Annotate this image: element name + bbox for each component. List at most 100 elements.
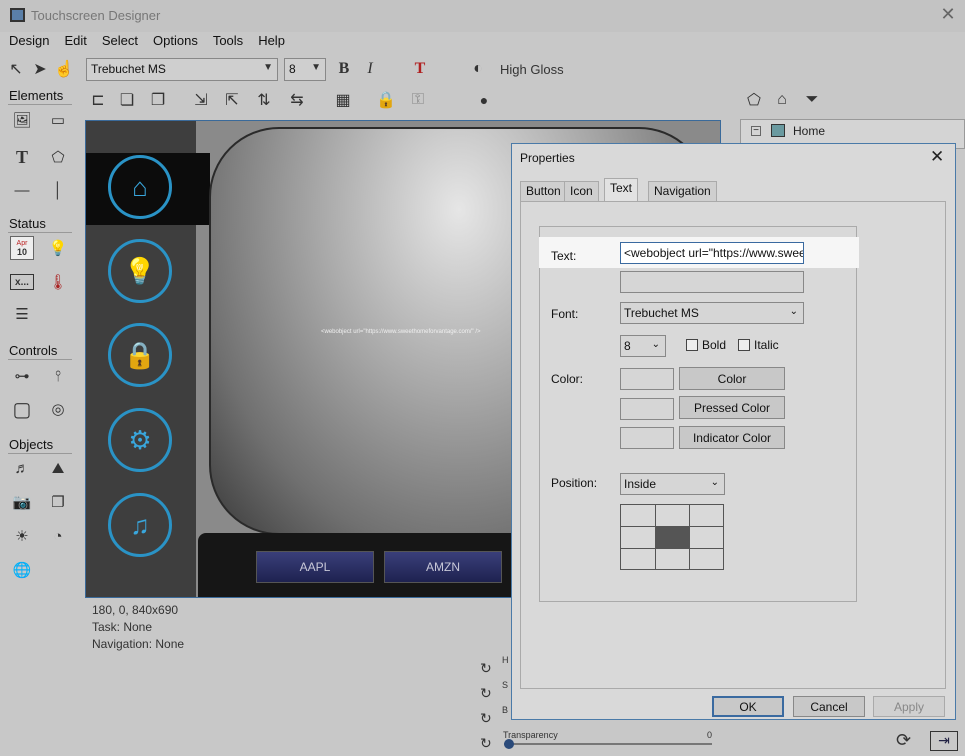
reset-transparency-icon[interactable]: ↻ (480, 735, 492, 752)
horizontal-slider-icon[interactable]: ⊶ (10, 364, 34, 388)
select-tool-icon[interactable]: ➤ (30, 59, 50, 79)
menu-design[interactable]: Design (9, 32, 49, 50)
frame-icon[interactable]: ▭ (46, 108, 70, 132)
app-title: Touchscreen Designer (31, 8, 161, 23)
font-select[interactable]: Trebuchet MS ▼ (86, 58, 278, 81)
button-shape-icon[interactable]: ▢ (10, 397, 34, 421)
tree-collapse-icon[interactable]: − (751, 126, 761, 136)
refresh-icon[interactable]: ⟳ (896, 730, 911, 751)
hand-tool-icon[interactable]: ☝ (54, 59, 74, 79)
menu-select[interactable]: Select (102, 32, 138, 50)
camera-object-icon[interactable]: 📷 (10, 490, 34, 514)
menu-help[interactable]: Help (258, 32, 285, 50)
ungroup-icon[interactable]: ❐ (148, 90, 168, 110)
dialog-close-button[interactable]: ✕ (930, 147, 944, 167)
settings-nav-button[interactable]: ⚙ (108, 408, 172, 472)
tree-item-home[interactable]: Home (793, 124, 825, 138)
filter-page-icon[interactable]: ⏷ (802, 90, 822, 110)
transparency-value: 0 (707, 730, 713, 740)
dial-icon[interactable]: ◎ (46, 397, 70, 421)
ok-button[interactable]: OK (712, 696, 784, 717)
record-icon[interactable]: ● (474, 90, 494, 110)
text-secondary-input[interactable] (620, 271, 804, 293)
transparency-slider[interactable] (504, 743, 712, 745)
web-object-text: <webobject url="https://www.sweethomefor… (321, 329, 481, 335)
transparency-slider-thumb[interactable] (504, 739, 514, 749)
tab-text[interactable]: Text (604, 178, 639, 201)
text-color-button[interactable]: T (410, 59, 430, 79)
menu-tools[interactable]: Tools (213, 32, 243, 50)
menu-edit[interactable]: Edit (64, 32, 86, 50)
pressed-color-button[interactable]: Pressed Color (679, 396, 785, 419)
stock-button-aapl[interactable]: AAPL (256, 551, 374, 583)
map-object-icon[interactable]: ⛰ (46, 456, 70, 480)
gauge-object-icon[interactable]: ◔ (46, 524, 70, 548)
lock-icon[interactable]: 🔒 (376, 90, 396, 110)
image-icon[interactable]: 🖼 (10, 108, 34, 132)
gear-icon: ⚙ (128, 424, 152, 455)
vertical-line-icon[interactable]: │ (46, 178, 70, 202)
saturation-label: S (502, 680, 509, 690)
horizontal-line-icon[interactable]: — (10, 178, 34, 202)
cancel-button[interactable]: Cancel (793, 696, 865, 717)
menu-options[interactable]: Options (153, 32, 198, 50)
variable-text-icon[interactable]: x... (10, 274, 34, 290)
group-icon[interactable]: ❏ (117, 90, 137, 110)
list-icon[interactable]: ☰ (10, 302, 34, 326)
size-dropdown[interactable]: 8 ⌄ (620, 335, 666, 357)
text-input[interactable]: <webobject url="https://www.sweetho (620, 242, 804, 264)
text-tool-icon[interactable]: T (10, 145, 34, 169)
web-object-icon[interactable]: 🌐 (10, 558, 34, 582)
color-button[interactable]: Color (679, 367, 785, 390)
align-left-icon[interactable]: ⊏ (88, 90, 108, 110)
gloss-label[interactable]: High Gloss (500, 62, 564, 77)
grid-icon[interactable]: ▦ (333, 90, 353, 110)
unlock-icon[interactable]: ⚿ (408, 90, 428, 110)
app-icon (10, 8, 25, 22)
window-close-button[interactable]: ✕ (938, 4, 958, 25)
reset-hue-icon[interactable]: ↻ (480, 660, 492, 677)
vertical-slider-icon[interactable]: ⫯ (46, 364, 70, 388)
shapes-icon[interactable]: ⬠ (46, 145, 70, 169)
transparency-label: Transparency (503, 730, 558, 740)
resize-icon[interactable]: ⇲ (191, 90, 211, 110)
navigation-readout: Navigation: None (92, 637, 185, 651)
window-object-icon[interactable]: ❐ (46, 490, 70, 514)
distribute-h-icon[interactable]: ⇆ (287, 90, 307, 110)
bold-button[interactable]: B (334, 59, 354, 79)
home-nav-button[interactable]: ⌂ (108, 155, 172, 219)
lightbulb-icon[interactable]: 💡 (46, 236, 70, 260)
tab-button[interactable]: Button (520, 181, 567, 201)
italic-button[interactable]: I (360, 59, 380, 79)
security-nav-button[interactable]: 🔒 (108, 323, 172, 387)
calendar-icon[interactable]: Apr 10 (10, 236, 34, 260)
music-object-icon[interactable]: ♬ (10, 456, 34, 480)
music-nav-button[interactable]: ♫ (108, 493, 172, 557)
position-dropdown[interactable]: Inside ⌄ (620, 473, 725, 495)
exit-icon[interactable]: ⇥ (930, 731, 958, 751)
sun-object-icon[interactable]: ☀ (10, 524, 34, 548)
reset-brightness-icon[interactable]: ↻ (480, 710, 492, 727)
apply-button[interactable]: Apply (873, 696, 945, 717)
bold-checkbox[interactable] (686, 339, 698, 351)
chevron-down-icon: ▼ (263, 62, 273, 73)
thermometer-icon[interactable]: 🌡 (46, 270, 70, 294)
position-grid[interactable] (620, 504, 724, 570)
tab-icon[interactable]: Icon (564, 181, 599, 201)
gloss-icon[interactable]: ◐ (468, 59, 488, 79)
section-status: Status (9, 216, 46, 231)
pointer-tool-icon[interactable]: ↖ (6, 59, 26, 79)
lighting-nav-button[interactable]: 💡 (108, 239, 172, 303)
size-select[interactable]: 8 ▼ (284, 58, 326, 81)
italic-checkbox[interactable] (738, 339, 750, 351)
indicator-color-button[interactable]: Indicator Color (679, 426, 785, 449)
font-dropdown[interactable]: Trebuchet MS ⌄ (620, 302, 804, 324)
reset-saturation-icon[interactable]: ↻ (480, 685, 492, 702)
up-page-icon[interactable]: ⌂ (772, 90, 792, 110)
add-page-icon[interactable]: ⬠ (744, 90, 764, 110)
expand-icon[interactable]: ⇱ (222, 90, 242, 110)
distribute-icon[interactable]: ⇅ (254, 90, 274, 110)
position-cell-selected[interactable] (656, 527, 689, 548)
stock-button-amzn[interactable]: AMZN (384, 551, 502, 583)
tab-navigation[interactable]: Navigation (648, 181, 717, 201)
